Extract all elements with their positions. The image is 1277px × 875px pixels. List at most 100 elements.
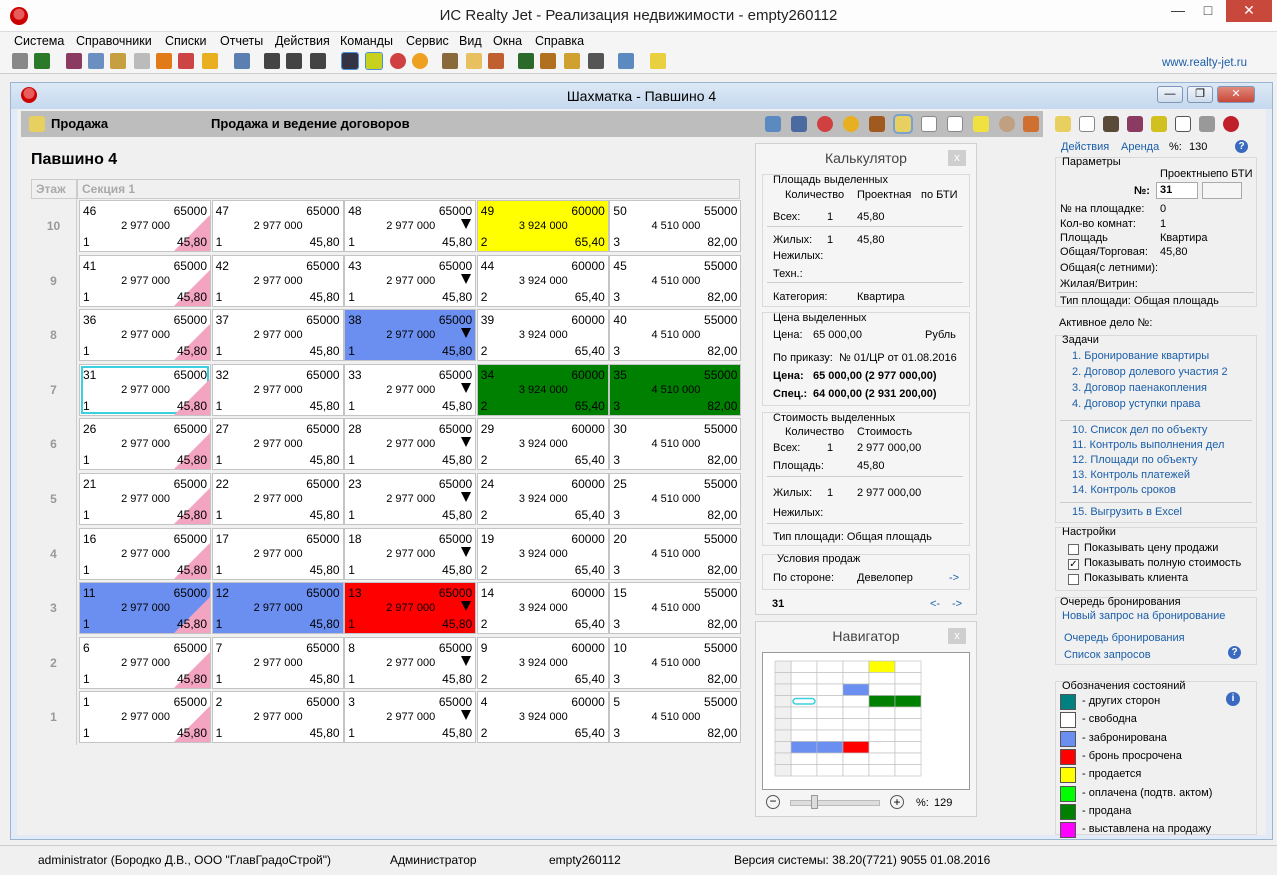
apartment-cell[interactable]: 36 65000 2 977 000 1 45,80 [79, 309, 211, 362]
apartment-cell[interactable]: 25 55000 4 510 000 3 82,00 [609, 473, 742, 525]
apartment-cell[interactable]: 4 60000 3 924 000 2 65,40 [476, 691, 609, 744]
rp-tiles-icon[interactable] [1199, 116, 1215, 132]
tools-icon[interactable] [791, 116, 807, 132]
image-icon[interactable] [1023, 116, 1039, 132]
menu-item[interactable]: Система [14, 34, 64, 48]
no-bti-field[interactable] [1202, 182, 1242, 199]
coin-icon[interactable] [202, 53, 218, 69]
menu-item[interactable]: Списки [165, 34, 206, 48]
menu-item[interactable]: Действия [275, 34, 330, 48]
apartment-cell[interactable]: 42 65000 2 977 000 1 45,80 [211, 254, 344, 307]
task-link[interactable]: 3. Договор паенакопления [1072, 382, 1207, 394]
menu-item[interactable]: Справка [535, 34, 584, 48]
apartment-cell[interactable]: 5 55000 4 510 000 3 82,00 [609, 691, 742, 744]
task-link[interactable]: 4. Договор уступки права [1072, 398, 1200, 410]
apartment-cell[interactable]: 21 65000 2 977 000 1 45,80 [79, 473, 211, 525]
website-link[interactable]: www.realty-jet.ru [1162, 57, 1247, 69]
tab-actions[interactable]: Действия [1061, 141, 1109, 153]
apartment-cell[interactable]: 18 65000 2 977 000 1 45,80 [344, 527, 477, 580]
briefcase-icon[interactable] [869, 116, 885, 132]
apartment-cell[interactable]: 43 65000 2 977 000 1 45,80 [344, 254, 477, 307]
zoom-out-icon[interactable]: − [766, 795, 780, 809]
table-icon[interactable] [88, 53, 104, 69]
apartment-cell[interactable]: 6 65000 2 977 000 1 45,80 [79, 636, 211, 689]
navigator-minimap[interactable] [762, 652, 970, 790]
queue-list-link[interactable]: Очередь бронирования [1064, 632, 1185, 644]
binoculars2-icon[interactable] [286, 53, 302, 69]
task-link[interactable]: 13. Контроль платежей [1072, 469, 1190, 481]
apartment-cell[interactable]: 16 65000 2 977 000 1 45,80 [79, 527, 211, 580]
doc-icon[interactable] [921, 116, 937, 132]
apartment-cell[interactable]: 19 60000 3 924 000 2 65,40 [476, 527, 609, 580]
gear-icon[interactable] [999, 116, 1015, 132]
document-icon[interactable] [134, 53, 150, 69]
zoom-slider-thumb[interactable] [811, 795, 818, 809]
rp-sale-icon[interactable] [1055, 116, 1071, 132]
apartment-cell[interactable]: 27 65000 2 977 000 1 45,80 [211, 418, 344, 471]
rp-house-icon[interactable] [1103, 116, 1119, 132]
tool-icon[interactable] [12, 53, 28, 69]
books-icon[interactable] [66, 53, 82, 69]
calculator-icon[interactable] [365, 52, 383, 70]
child-minimize-icon[interactable]: — [1157, 86, 1183, 103]
circles-icon[interactable] [178, 53, 194, 69]
apartment-cell[interactable]: 28 65000 2 977 000 1 45,80 [344, 418, 477, 471]
legend-info-icon[interactable]: i [1226, 692, 1240, 706]
queue-requests-link[interactable]: Список запросов [1064, 649, 1151, 661]
apartment-cell[interactable]: 46 65000 2 977 000 1 45,80 [79, 200, 211, 252]
queue-new-link[interactable]: Новый запрос на бронирование [1062, 610, 1225, 622]
building-icon[interactable] [765, 116, 781, 132]
close-icon[interactable]: ✕ [1226, 0, 1272, 22]
apartment-cell[interactable]: 39 60000 3 924 000 2 65,40 [476, 309, 609, 362]
apartment-cell[interactable]: 12 65000 2 977 000 1 45,80 [211, 582, 344, 635]
calculator-close-icon[interactable]: x [948, 150, 966, 166]
zoom-slider[interactable] [790, 800, 880, 806]
apartment-cell[interactable]: 11 65000 2 977 000 1 45,80 [79, 582, 211, 635]
apartment-cell[interactable]: 30 55000 4 510 000 3 82,00 [609, 418, 742, 471]
envelope-icon[interactable] [466, 53, 482, 69]
apartment-cell[interactable]: 47 65000 2 977 000 1 45,80 [211, 200, 344, 252]
apartment-cell[interactable]: 22 65000 2 977 000 1 45,80 [211, 473, 344, 525]
apartment-cell[interactable]: 13 65000 2 977 000 1 45,80 [344, 582, 477, 635]
apartment-cell[interactable]: 10 55000 4 510 000 3 82,00 [609, 636, 742, 689]
palette-icon[interactable] [156, 53, 172, 69]
apartment-cell[interactable]: 23 65000 2 977 000 1 45,80 [344, 473, 477, 525]
apartment-cell[interactable]: 26 65000 2 977 000 1 45,80 [79, 418, 211, 471]
person-icon[interactable] [442, 53, 458, 69]
compass-icon[interactable] [390, 53, 406, 69]
apartment-cell[interactable]: 15 55000 4 510 000 3 82,00 [609, 582, 742, 635]
maximize-icon[interactable]: □ [1193, 0, 1223, 22]
no-field[interactable]: 31 [1156, 182, 1198, 199]
task-link[interactable]: 10. Список дел по объекту [1072, 424, 1207, 436]
apartment-cell[interactable]: 44 60000 3 924 000 2 65,40 [476, 254, 609, 307]
apartment-cell[interactable]: 9 60000 3 924 000 2 65,40 [476, 636, 609, 689]
note-icon[interactable] [973, 116, 989, 132]
hierarchy-icon[interactable] [564, 53, 580, 69]
list-icon[interactable] [588, 53, 604, 69]
chart-pie-icon[interactable] [817, 116, 833, 132]
child-restore-icon[interactable]: ❐ [1187, 86, 1213, 103]
zoom-in-icon[interactable]: + [890, 795, 904, 809]
binoculars-icon[interactable] [264, 53, 280, 69]
menu-item[interactable]: Отчеты [220, 34, 263, 48]
report-icon[interactable] [488, 53, 504, 69]
apartment-cell[interactable]: 17 65000 2 977 000 1 45,80 [211, 527, 344, 580]
rp-c-icon[interactable] [1223, 116, 1239, 132]
export-excel-link[interactable]: 15. Выгрузить в Excel [1072, 506, 1182, 518]
menu-item[interactable]: Справочники [76, 34, 152, 48]
help-icon[interactable]: ? [1235, 140, 1248, 153]
prev-link[interactable]: <- [930, 598, 940, 610]
apartment-cell[interactable]: 29 60000 3 924 000 2 65,40 [476, 418, 609, 471]
p-circle-icon[interactable] [412, 53, 428, 69]
apartment-cell[interactable]: 24 60000 3 924 000 2 65,40 [476, 473, 609, 525]
setting-checkbox[interactable] [1068, 574, 1079, 585]
task-link[interactable]: 1. Бронирование квартиры [1072, 350, 1209, 362]
apartment-cell[interactable]: 49 60000 3 924 000 2 65,40 [476, 200, 609, 252]
side-arrow-link[interactable]: -> [949, 572, 959, 584]
tab-rent[interactable]: Аренда [1121, 141, 1159, 153]
apartment-cell[interactable]: 50 55000 4 510 000 3 82,00 [609, 200, 742, 252]
apartment-cell[interactable]: 3 65000 2 977 000 1 45,80 [344, 691, 477, 744]
task-link[interactable]: 12. Площади по объекту [1072, 454, 1197, 466]
copy-icon[interactable] [518, 53, 534, 69]
task-link[interactable]: 2. Договор долевого участия 2 [1072, 366, 1228, 378]
